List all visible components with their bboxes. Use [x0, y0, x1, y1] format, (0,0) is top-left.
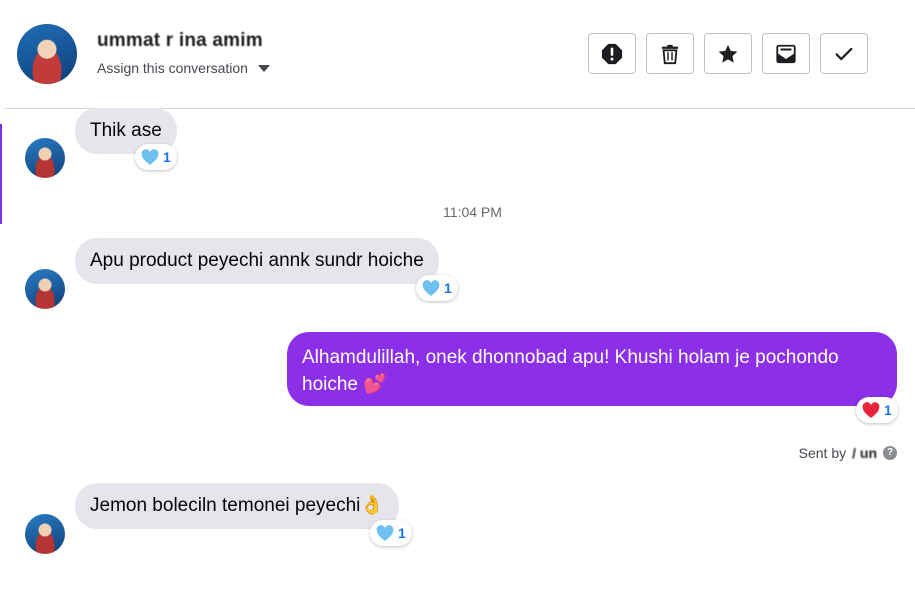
- message-timestamp: 11:04 PM: [443, 204, 502, 220]
- sender-avatar[interactable]: [25, 138, 65, 178]
- spam-button[interactable]: [588, 33, 636, 74]
- blue-heart-icon: [141, 148, 159, 165]
- trash-icon: [661, 44, 679, 64]
- reaction-count: 1: [163, 149, 171, 165]
- sender-avatar[interactable]: [25, 514, 65, 554]
- blue-heart-icon: [422, 279, 440, 296]
- conversation-header: ummat r ina amim Assign this conversatio…: [0, 0, 915, 109]
- assign-conversation-dropdown[interactable]: Assign this conversation: [97, 60, 270, 76]
- sender-avatar[interactable]: [25, 269, 65, 309]
- red-heart-icon: [862, 401, 880, 418]
- blue-heart-icon: [376, 524, 394, 541]
- alert-icon: [601, 43, 623, 64]
- help-icon[interactable]: ?: [883, 446, 897, 460]
- sent-by-info: Sent by / un ?: [799, 445, 897, 461]
- sender-name: / un: [852, 445, 877, 461]
- reaction-count: 1: [884, 402, 892, 418]
- contact-name[interactable]: ummat r ina amim: [97, 30, 263, 52]
- chevron-down-icon: [257, 64, 270, 72]
- incoming-message[interactable]: Jemon boleciln temonei peyechi👌: [75, 483, 400, 529]
- message-reaction[interactable]: 1: [856, 397, 898, 423]
- star-icon: [718, 44, 738, 63]
- outgoing-message[interactable]: Alhamdulillah, onek dhonnobad apu! Khush…: [287, 332, 897, 406]
- envelope-icon: [776, 44, 796, 63]
- incoming-message[interactable]: Apu product peyechi annk sundr hoiche: [75, 238, 439, 284]
- contact-avatar[interactable]: [17, 24, 77, 84]
- sent-by-label: Sent by: [798, 445, 847, 461]
- header-actions: [588, 33, 868, 74]
- mark-unread-button[interactable]: [762, 33, 810, 74]
- message-reaction[interactable]: 1: [416, 275, 458, 301]
- done-button[interactable]: [820, 33, 868, 74]
- delete-button[interactable]: [646, 33, 694, 74]
- assign-label: Assign this conversation: [97, 60, 248, 76]
- reaction-count: 1: [444, 280, 452, 296]
- message-reaction[interactable]: 1: [135, 144, 177, 170]
- check-icon: [835, 47, 853, 60]
- star-button[interactable]: [704, 33, 752, 74]
- message-reaction[interactable]: 1: [370, 520, 412, 546]
- reaction-count: 1: [398, 525, 406, 541]
